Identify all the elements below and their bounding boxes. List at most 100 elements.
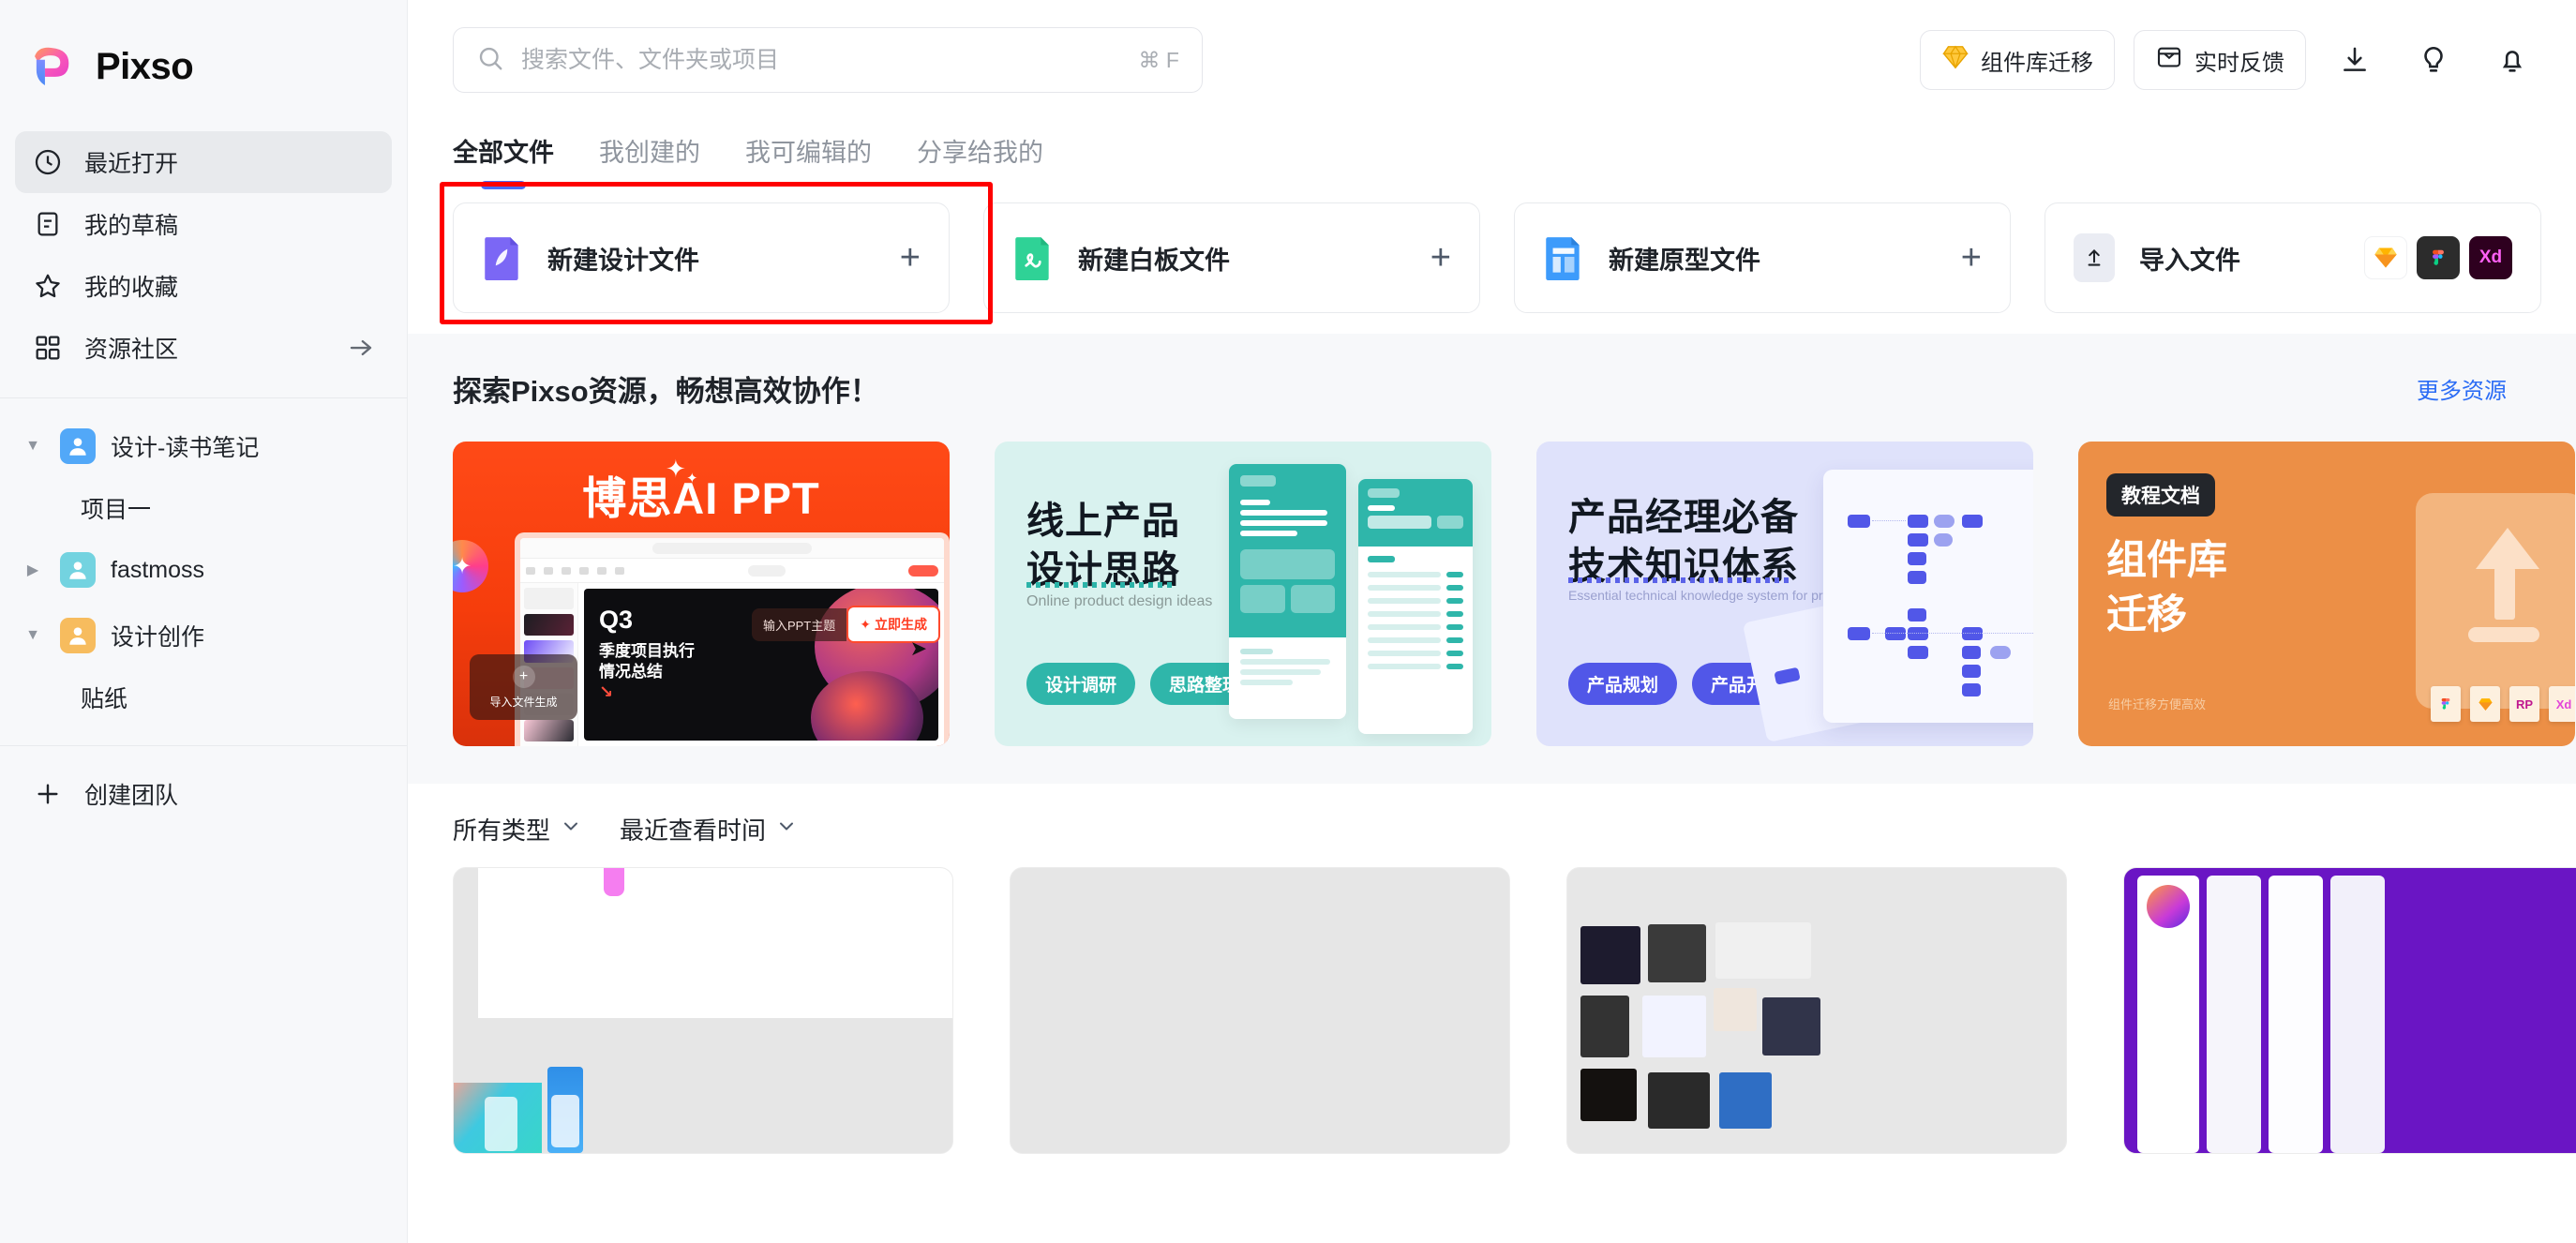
project-label: 贴纸 (81, 686, 128, 712)
upload-icon (2074, 233, 2115, 282)
project-item[interactable]: 项目一 (15, 479, 392, 537)
tag: 产品规划 (1568, 663, 1678, 705)
sidebar-divider-2 (0, 745, 407, 746)
main-content: ⌘ F 组件库迁移 实时反馈 (408, 0, 2576, 1243)
diamond-icon (1941, 43, 1969, 78)
sidebar-item-drafts[interactable]: 我的草稿 (15, 193, 392, 255)
figma-file-chip (2431, 686, 2461, 722)
filter-all-types[interactable]: 所有类型 (453, 812, 582, 846)
star-icon (32, 270, 64, 302)
plus-icon[interactable]: + (1961, 240, 1982, 276)
sidebar-divider (0, 397, 407, 398)
brand-name: Pixso (96, 45, 194, 87)
resource-card-title: 博思AI PPT (582, 473, 820, 523)
figma-logo-icon (2417, 236, 2460, 279)
arrow-right-icon (347, 334, 375, 362)
create-design-file-card[interactable]: 新建设计文件 + (453, 202, 950, 313)
upload-arrow-stem (2494, 567, 2515, 620)
resource-card-subtitle: Online product design ideas (1026, 593, 1213, 609)
bell-icon[interactable] (2482, 30, 2542, 90)
sidebar-item-label: 最近打开 (84, 151, 179, 177)
sidebar-item-label: 我的草稿 (84, 213, 179, 239)
import-file-card[interactable]: 导入文件 Xd (2044, 202, 2541, 313)
file-card[interactable] (1010, 867, 1510, 1154)
resource-cards: 博思AI PPT ✦ ✦ Q3 季度项目执行 情况总结 ↘ ✦ + 导入文件生成… (453, 442, 2575, 746)
project-item[interactable]: 贴纸 (15, 668, 392, 726)
realtime-feedback-button[interactable]: 实时反馈 (2134, 30, 2306, 90)
resource-card-ai-ppt[interactable]: 博思AI PPT ✦ ✦ Q3 季度项目执行 情况总结 ↘ ✦ + 导入文件生成… (453, 442, 950, 746)
create-prototype-file-label: 新建原型文件 (1609, 246, 1760, 275)
xd-logo-icon: Xd (2469, 236, 2512, 279)
plus-icon: + (512, 665, 535, 688)
sparkle-icon-small: ✦ (686, 471, 698, 487)
project-label: 项目一 (81, 497, 152, 523)
avatar (60, 618, 96, 653)
team-label: fastmoss (111, 556, 205, 583)
sidebar-item-recent[interactable]: 最近打开 (15, 131, 392, 193)
resources-section: 探索Pixso资源，畅想高效协作！ 更多资源 博思AI PPT ✦ ✦ Q3 季… (408, 334, 2576, 784)
resources-header: 探索Pixso资源，畅想高效协作！ 更多资源 (453, 367, 2531, 410)
cursor-icon: ➤ (909, 636, 927, 660)
resource-card-component-migration[interactable]: 教程文档 组件库 迁移 组件迁移方便高效 RP Xd (2078, 442, 2575, 746)
tab-editable-by-me[interactable]: 我可编辑的 (745, 132, 872, 182)
browser-chrome (520, 538, 944, 559)
download-icon[interactable] (2325, 30, 2385, 90)
chevron-down-icon (560, 815, 582, 844)
create-whiteboard-file-card[interactable]: 新建白板文件 + (983, 202, 1480, 313)
plus-icon[interactable]: + (1430, 240, 1451, 276)
more-resources-link[interactable]: 更多资源 (2417, 372, 2531, 405)
filter-sort-label: 最近查看时间 (620, 816, 767, 845)
plus-icon[interactable]: + (900, 240, 921, 276)
create-team-button[interactable]: 创建团队 (15, 761, 392, 827)
filter-sort-recent[interactable]: 最近查看时间 (620, 812, 798, 846)
file-grid (408, 867, 2576, 1154)
team-item-fastmoss[interactable]: ▶ fastmoss (15, 537, 392, 603)
file-card[interactable] (1566, 867, 2067, 1154)
create-row-wrapper: 新建设计文件 + 新建白板文件 + 新建原型文件 + 导入文件 Xd (408, 182, 2576, 324)
sidebar-item-community[interactable]: 资源社区 (15, 317, 392, 379)
tab-created-by-me[interactable]: 我创建的 (599, 132, 700, 182)
tag: 设计调研 (1026, 663, 1136, 705)
caret-right-icon[interactable]: ▶ (21, 561, 45, 579)
caret-down-icon[interactable]: ▼ (21, 627, 45, 644)
resource-card-pm-tech[interactable]: 产品经理必备 技术知识体系 Essential technical knowle… (1536, 442, 2033, 746)
chevron-down-icon (775, 815, 798, 844)
phone-mockup-1 (1229, 464, 1346, 719)
create-prototype-file-card[interactable]: 新建原型文件 + (1514, 202, 2011, 313)
team-item-design-notes[interactable]: ▼ 设计-读书笔记 (15, 413, 392, 479)
search-input[interactable] (521, 46, 1122, 74)
resource-card-online-product[interactable]: 线上产品 设计思路 Online product design ideas 设计… (995, 442, 1491, 746)
filter-row: 所有类型 最近查看时间 (408, 784, 2576, 867)
search-shortcut-hint: ⌘ F (1138, 47, 1179, 72)
app-root: Pixso 最近打开 我的草稿 我的收藏 资源社区 ▼ 设计-读书笔记 项目一 … (0, 0, 2576, 1243)
upload-arrow-base (2468, 627, 2539, 642)
team-item-design-create[interactable]: ▼ 设计创作 (15, 603, 392, 668)
wave-underline (1026, 582, 1176, 588)
resource-card-title-line1: 组件库 (2106, 538, 2227, 583)
create-team-label: 创建团队 (84, 783, 179, 809)
resource-card-badge: 教程文档 (2106, 473, 2215, 517)
file-card[interactable] (453, 867, 953, 1154)
import-to-generate-label: 导入文件生成 (489, 695, 558, 709)
component-library-migration-button[interactable]: 组件库迁移 (1920, 30, 2115, 90)
brand[interactable]: Pixso (0, 0, 407, 131)
filter-all-types-label: 所有类型 (453, 816, 551, 845)
tab-shared-with-me[interactable]: 分享给我的 (917, 132, 1043, 182)
search-box[interactable]: ⌘ F (453, 27, 1203, 93)
sidebar: Pixso 最近打开 我的草稿 我的收藏 资源社区 ▼ 设计-读书笔记 项目一 … (0, 0, 408, 1243)
clock-icon (32, 146, 64, 178)
whiteboard-file-icon (1012, 233, 1054, 282)
ppt-prompt-row: 输入PPT主题 ✦ 立即生成 (751, 606, 940, 643)
file-type-chips: RP Xd (2431, 686, 2575, 722)
lightbulb-icon[interactable] (2404, 30, 2464, 90)
flowchart-board (1823, 470, 2033, 723)
resource-card-title-line1: 线上产品 (1026, 501, 1180, 542)
ppt-topic-input[interactable]: 输入PPT主题 (751, 607, 847, 641)
import-to-generate-button[interactable]: + 导入文件生成 (470, 654, 577, 720)
resource-card-subtitle: 组件迁移方便高效 (2108, 697, 2207, 711)
file-card[interactable] (2123, 867, 2576, 1154)
nav-group: 最近打开 我的草稿 我的收藏 资源社区 (0, 131, 407, 379)
tab-all-files[interactable]: 全部文件 (453, 132, 554, 182)
caret-down-icon[interactable]: ▼ (21, 438, 45, 455)
sidebar-item-favorites[interactable]: 我的收藏 (15, 255, 392, 317)
